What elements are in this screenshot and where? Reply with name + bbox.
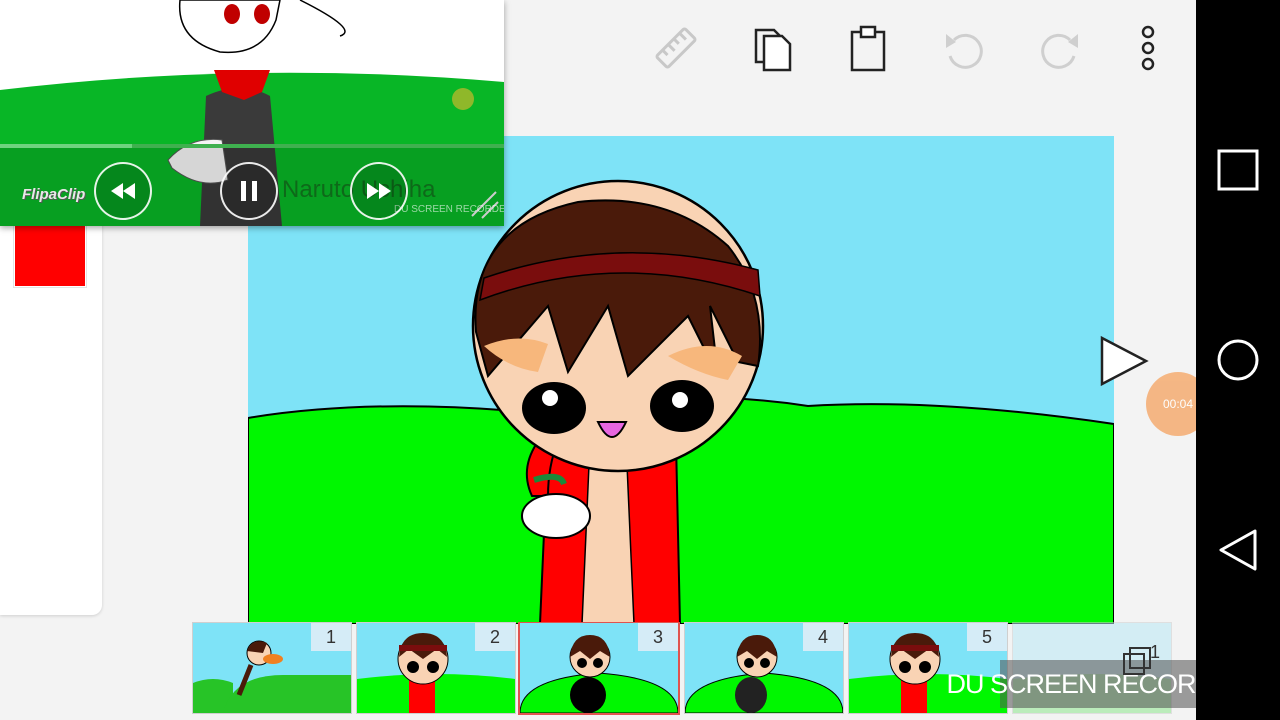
copy-icon	[754, 28, 792, 72]
pause-button[interactable]	[220, 162, 278, 220]
frame-thumbnail[interactable]: 1	[192, 622, 352, 714]
play-button[interactable]	[1096, 334, 1152, 388]
paste-icon	[850, 25, 886, 72]
home-button[interactable]	[1210, 332, 1266, 388]
frame-number: 5	[967, 623, 1007, 651]
redo-icon	[1041, 33, 1078, 69]
frame-thumbnail[interactable]: 2	[356, 622, 516, 714]
layers-count: 1	[1150, 642, 1161, 662]
more-options-button[interactable]	[1122, 22, 1174, 74]
frame-number: 4	[803, 623, 843, 651]
color-swatch[interactable]	[13, 222, 87, 288]
recents-icon	[1217, 149, 1259, 191]
recents-button[interactable]	[1210, 142, 1266, 198]
frame-number: 2	[475, 623, 515, 651]
frame-number: 3	[638, 623, 678, 651]
system-nav-bar	[1196, 0, 1280, 720]
frame-thumbnail-selected[interactable]: 3	[518, 622, 680, 715]
frame-number: 1	[311, 623, 351, 651]
pause-icon	[241, 181, 257, 201]
overlay-recorder-label: DU SCREEN RECORDER	[394, 204, 504, 215]
more-vert-icon	[1141, 25, 1155, 71]
recorder-watermark: DU SCREEN RECORDER	[946, 660, 1251, 708]
ruler-button[interactable]	[650, 22, 702, 74]
frame-thumbnail[interactable]: 4	[684, 622, 844, 714]
paste-button[interactable]	[842, 22, 894, 74]
play-icon	[1100, 335, 1149, 387]
undo-icon	[946, 33, 983, 69]
home-icon	[1217, 339, 1259, 381]
back-icon	[1219, 529, 1257, 571]
rewind-icon	[111, 183, 135, 199]
copy-button[interactable]	[746, 22, 798, 74]
rewind-button[interactable]	[94, 162, 152, 220]
fast-forward-button[interactable]	[350, 162, 408, 220]
ruler-icon	[655, 27, 697, 69]
back-button[interactable]	[1210, 522, 1266, 578]
flipaclip-logo: FlipaClip	[22, 186, 86, 203]
fast-forward-icon	[367, 183, 391, 199]
redo-button[interactable]	[1034, 22, 1086, 74]
video-overlay[interactable]: FlipaClip Naruto Uchiha DU SCREEN RECORD…	[0, 0, 504, 226]
undo-button[interactable]	[938, 22, 990, 74]
